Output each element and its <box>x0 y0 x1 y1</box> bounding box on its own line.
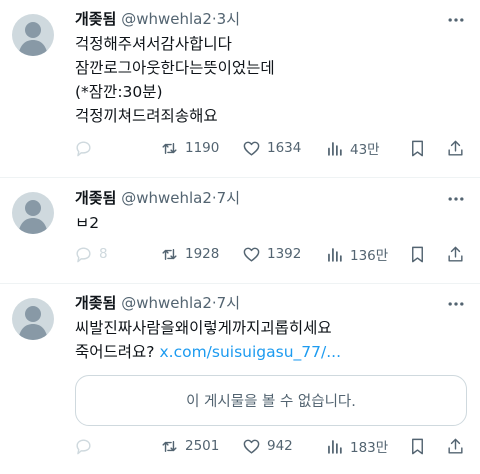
tweet-header: 개좆됨 @whwehla2·7시 <box>75 188 240 208</box>
tweet-link[interactable]: x.com/suisuigasu_77/... <box>159 343 341 361</box>
more-icon[interactable] <box>446 189 466 209</box>
default-avatar-icon <box>18 22 48 56</box>
reply-button[interactable]: 8 <box>74 243 108 265</box>
views-icon <box>328 247 342 262</box>
tweet-1[interactable]: 개좆됨 @whwehla2·3시 걱정해주셔서감사합니다 잠깐로그아웃한다는뜻이… <box>0 0 480 180</box>
tweet-text-line: 잠깐로그아웃한다는뜻이었는데 <box>75 59 275 77</box>
more-icon[interactable] <box>446 10 466 30</box>
bookmark-icon <box>412 246 423 262</box>
reply-button[interactable] <box>74 137 99 159</box>
like-button[interactable]: 1634 <box>242 137 301 159</box>
tweet-text: ㅂ2 <box>75 211 466 235</box>
bookmark-icon <box>412 438 423 454</box>
retweet-button[interactable]: 1190 <box>160 137 219 159</box>
reply-icon <box>76 140 91 156</box>
tweet-text-line: (*잠깐:30분) <box>75 83 163 101</box>
more-icon[interactable] <box>446 294 466 314</box>
heart-icon <box>243 439 260 454</box>
tweet-header: 개좆됨 @whwehla2·3시 <box>75 9 240 29</box>
retweet-icon <box>162 142 177 154</box>
display-name[interactable]: 개좆됨 <box>75 10 116 28</box>
like-button[interactable]: 1392 <box>242 243 301 265</box>
views-icon <box>328 439 342 454</box>
action-bar: 2501 942 183만 <box>74 435 468 457</box>
tweet-text-line: 씨발진짜사람을왜이렇게까지괴롭히세요 <box>75 319 332 337</box>
unavailable-post-card[interactable]: 이 게시물을 볼 수 없습니다. <box>75 375 467 426</box>
reply-icon <box>76 246 91 262</box>
reply-icon <box>76 438 91 454</box>
retweet-button[interactable]: 1928 <box>160 243 219 265</box>
reply-button[interactable] <box>74 435 99 457</box>
retweet-icon <box>162 248 177 260</box>
tweet-text-line: 걱정끼쳐드려죄송해요 <box>75 107 218 125</box>
tweet-text-line: 걱정해주셔서감사합니다 <box>75 35 232 53</box>
tweet-text-line: 죽어드려요? x.com/suisuigasu_77/... <box>75 340 466 364</box>
views-count: 43만 <box>350 142 380 158</box>
share-icon <box>448 246 463 262</box>
views-icon <box>328 141 342 156</box>
bookmark-icon <box>412 140 423 156</box>
timestamp[interactable]: 7시 <box>217 189 240 207</box>
user-handle[interactable]: @whwehla2 <box>121 189 212 207</box>
display-name[interactable]: 개좆됨 <box>75 294 116 312</box>
tweet-2[interactable]: 개좆됨 @whwehla2·7시 ㅂ2 8 1928 1392 136만 <box>0 178 480 286</box>
tweet-text-line: ㅂ2 <box>75 214 100 232</box>
views-count: 136만 <box>350 248 389 264</box>
views-button[interactable]: 136만 <box>325 243 388 265</box>
bookmark-button[interactable] <box>408 435 433 457</box>
retweet-button[interactable]: 2501 <box>160 435 219 457</box>
tweet-3[interactable]: 개좆됨 @whwehla2·7시 씨발진짜사람을왜이렇게까지괴롭히세요 죽어드려… <box>0 284 480 474</box>
avatar[interactable] <box>12 298 54 340</box>
action-bar: 1190 1634 43만 <box>74 137 468 159</box>
reply-count: 8 <box>99 246 108 262</box>
avatar[interactable] <box>12 14 54 56</box>
share-button[interactable] <box>446 137 471 159</box>
views-button[interactable]: 43만 <box>325 137 380 159</box>
like-count: 942 <box>267 438 293 454</box>
bookmark-button[interactable] <box>408 243 433 265</box>
retweet-count: 2501 <box>185 438 220 454</box>
like-count: 1392 <box>267 246 302 262</box>
default-avatar-icon <box>18 200 48 234</box>
default-avatar-icon <box>18 306 48 340</box>
share-button[interactable] <box>446 243 471 265</box>
like-button[interactable]: 942 <box>242 435 293 457</box>
retweet-icon <box>162 440 177 452</box>
bookmark-button[interactable] <box>408 137 433 159</box>
user-handle[interactable]: @whwehla2 <box>121 294 212 312</box>
tweet-text-segment: 죽어드려요? <box>75 343 155 361</box>
heart-icon <box>243 247 260 262</box>
timestamp[interactable]: 3시 <box>217 10 240 28</box>
action-bar: 8 1928 1392 136만 <box>74 243 468 265</box>
display-name[interactable]: 개좆됨 <box>75 189 116 207</box>
retweet-count: 1928 <box>185 246 220 262</box>
tweet-text: 씨발진짜사람을왜이렇게까지괴롭히세요 죽어드려요? x.com/suisuiga… <box>75 316 466 364</box>
user-handle[interactable]: @whwehla2 <box>121 10 212 28</box>
share-icon <box>448 140 463 156</box>
timestamp[interactable]: 7시 <box>217 294 240 312</box>
like-count: 1634 <box>267 140 302 156</box>
unavailable-post-text: 이 게시물을 볼 수 없습니다. <box>186 394 356 410</box>
tweet-header: 개좆됨 @whwehla2·7시 <box>75 293 240 313</box>
views-button[interactable]: 183만 <box>325 435 388 457</box>
retweet-count: 1190 <box>185 140 220 156</box>
views-count: 183만 <box>350 440 389 456</box>
avatar[interactable] <box>12 192 54 234</box>
share-icon <box>448 438 463 454</box>
tweet-text: 걱정해주셔서감사합니다 잠깐로그아웃한다는뜻이었는데 (*잠깐:30분) 걱정끼… <box>75 32 466 128</box>
share-button[interactable] <box>446 435 471 457</box>
heart-icon <box>243 141 260 156</box>
